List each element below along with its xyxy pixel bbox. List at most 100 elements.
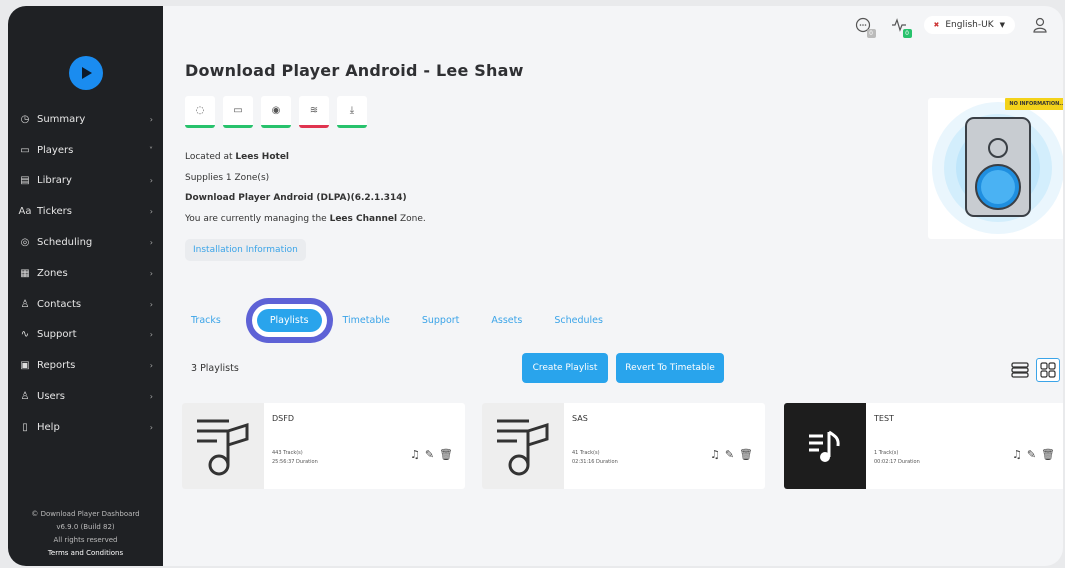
sidebar-item-summary[interactable]: ◷ Summary › — [8, 104, 163, 135]
chevron-right-icon: › — [149, 361, 153, 371]
playlist-card[interactable]: SAS 41 Track(s) 02:31:16 Duration ♫ ✎ 🗑 — [482, 403, 765, 489]
sidebar-item-label: Players — [37, 144, 74, 156]
sync-status-button[interactable]: ◉ — [261, 96, 291, 128]
player-header: Download Player Android - Lee Shaw ◌ ▭ ◉… — [173, 44, 1063, 274]
playlist-card[interactable]: TEST 1 Track(s) 00:02:17 Duration ♫ ✎ 🗑 — [784, 403, 1063, 489]
sidebar-item-library[interactable]: ▤ Library › — [8, 166, 163, 197]
copyright-text: © Download Player Dashboard — [31, 510, 140, 518]
profile-button[interactable] — [1029, 14, 1051, 36]
tab-playlists[interactable]: Playlists — [256, 309, 322, 332]
trash-icon[interactable]: 🗑 — [439, 448, 453, 461]
wifi-status-button[interactable]: ≋ — [299, 96, 329, 128]
tab-tracks[interactable]: Tracks — [186, 309, 232, 332]
track-count: 41 Track(s) — [572, 450, 600, 456]
tab-support[interactable]: Support — [411, 309, 471, 332]
rights-text: All rights reserved — [53, 536, 118, 544]
playlist-music-icon — [197, 419, 249, 476]
tab-assets[interactable]: Assets — [480, 309, 533, 332]
chevron-right-icon: › — [149, 207, 153, 217]
language-select[interactable]: ✖ English-UK ▼ — [923, 16, 1015, 34]
download-status-button[interactable]: ⤓ — [337, 96, 367, 128]
zones-icon: ▦ — [20, 267, 30, 279]
sidebar-nav: ◷ Summary › ▭ Players ˅ ▤ Library › Aa Tickers ›… — [8, 104, 163, 443]
no-information-badge: NO INFORMATION... — [1005, 98, 1063, 110]
sidebar-item-zones[interactable]: ▦ Zones › — [8, 258, 163, 289]
installation-info-button[interactable]: Installation Information — [185, 239, 306, 261]
revert-to-timetable-button[interactable]: Revert To Timetable — [616, 353, 724, 383]
tab-schedules[interactable]: Schedules — [543, 309, 614, 332]
playlist-duration: 02:31:16 Duration — [572, 459, 618, 465]
sidebar-item-label: Support — [37, 329, 77, 341]
terms-link[interactable]: Terms and Conditions — [8, 547, 163, 560]
chevron-right-icon: › — [149, 422, 153, 432]
chevron-right-icon: › — [149, 114, 153, 124]
chevron-right-icon: › — [149, 176, 153, 186]
speaker-icon — [932, 102, 1063, 234]
sidebar-item-label: Contacts — [37, 298, 82, 310]
sidebar-item-reports[interactable]: ▣ Reports › — [8, 350, 163, 381]
language-label: English-UK — [945, 20, 994, 30]
wifi-icon: ≋ — [309, 105, 319, 116]
power-icon: ◌ — [195, 105, 205, 116]
main-content: 0 0 ✖ English-UK ▼ Download Player Andro… — [163, 6, 1063, 566]
edit-icon[interactable]: ✎ — [1027, 448, 1036, 461]
app-logo[interactable] — [68, 56, 103, 90]
sidebar-item-support[interactable]: ∿ Support › — [8, 320, 163, 351]
pulse-icon: ∿ — [20, 329, 30, 341]
playlist-duration: 00:02:17 Duration — [874, 459, 920, 465]
playlist-thumbnail — [182, 403, 264, 489]
edit-icon[interactable]: ✎ — [425, 448, 434, 461]
user-icon — [1033, 17, 1047, 33]
sidebar-item-tickers[interactable]: Aa Tickers › — [8, 196, 163, 227]
playlist-card[interactable]: DSFD 443 Track(s) 25:56:37 Duration ♫ ✎ 🗑 — [182, 403, 465, 489]
edit-icon[interactable]: ✎ — [725, 448, 734, 461]
logo-area — [8, 6, 163, 94]
chevron-down-icon: ˅ — [149, 145, 153, 155]
managing-zone: Lees Channel — [329, 213, 398, 224]
sidebar-item-users[interactable]: ♙ Users › — [8, 381, 163, 412]
version-text: v6.9.0 (Build 82) — [56, 523, 115, 531]
playlist-count: 3 Playlists — [191, 363, 239, 374]
playlist-thumbnail — [784, 403, 866, 489]
tab-timetable[interactable]: Timetable — [332, 309, 401, 332]
activity-badge: 0 — [902, 29, 912, 38]
music-note-icon[interactable]: ♫ — [1012, 448, 1022, 461]
sidebar-item-help[interactable]: ▯ Help › — [8, 412, 163, 443]
user-icon: ♙ — [20, 391, 30, 403]
location-prefix: Located at — [185, 152, 236, 162]
uk-flag-icon: ✖ — [933, 21, 940, 29]
trash-icon[interactable]: 🗑 — [1041, 448, 1055, 461]
managing-suffix: Zone. — [397, 213, 426, 224]
device-line: Download Player Android (DLPA)(6.2.1.314… — [185, 193, 407, 203]
music-note-icon[interactable]: ♫ — [710, 448, 720, 461]
music-note-icon[interactable]: ♫ — [410, 448, 420, 461]
sidebar-item-label: Zones — [37, 267, 68, 279]
activity-button[interactable]: 0 — [888, 14, 912, 38]
download-icon: ⤓ — [349, 105, 355, 116]
tickers-icon: Aa — [18, 206, 32, 218]
sidebar-item-contacts[interactable]: ♙ Contacts › — [8, 289, 163, 320]
sidebar-item-scheduling[interactable]: ◎ Scheduling › — [8, 227, 163, 258]
playlist-name: SAS — [572, 414, 588, 423]
sidebar-item-label: Users — [37, 391, 66, 403]
sidebar-item-label: Summary — [37, 113, 86, 125]
messages-badge: 0 — [866, 29, 876, 38]
playlist-music-icon — [809, 430, 840, 462]
power-status-button[interactable]: ◌ — [185, 96, 215, 128]
caret-down-icon: ▼ — [999, 21, 1005, 29]
track-count: 443 Track(s) — [272, 450, 303, 456]
playlist-name: DSFD — [272, 414, 294, 423]
trash-icon[interactable]: 🗑 — [739, 448, 753, 461]
create-playlist-button[interactable]: Create Playlist — [522, 353, 608, 383]
player-tabs: Tracks Playlists Timetable Support Asset… — [186, 309, 624, 332]
grid-view-button[interactable] — [1036, 358, 1060, 382]
chevron-right-icon: › — [149, 330, 153, 340]
messages-button[interactable]: 0 — [852, 14, 876, 38]
list-view-button[interactable] — [1008, 358, 1032, 382]
storage-status-button[interactable]: ▭ — [223, 96, 253, 128]
sidebar-item-players[interactable]: ▭ Players ˅ — [8, 135, 163, 166]
contacts-icon: ♙ — [20, 298, 30, 310]
chevron-right-icon: › — [149, 238, 153, 248]
player-info: Located at Lees Hotel Supplies 1 Zone(s)… — [185, 147, 426, 229]
playlist-meta: 1 Track(s) 00:02:17 Duration — [874, 449, 920, 467]
